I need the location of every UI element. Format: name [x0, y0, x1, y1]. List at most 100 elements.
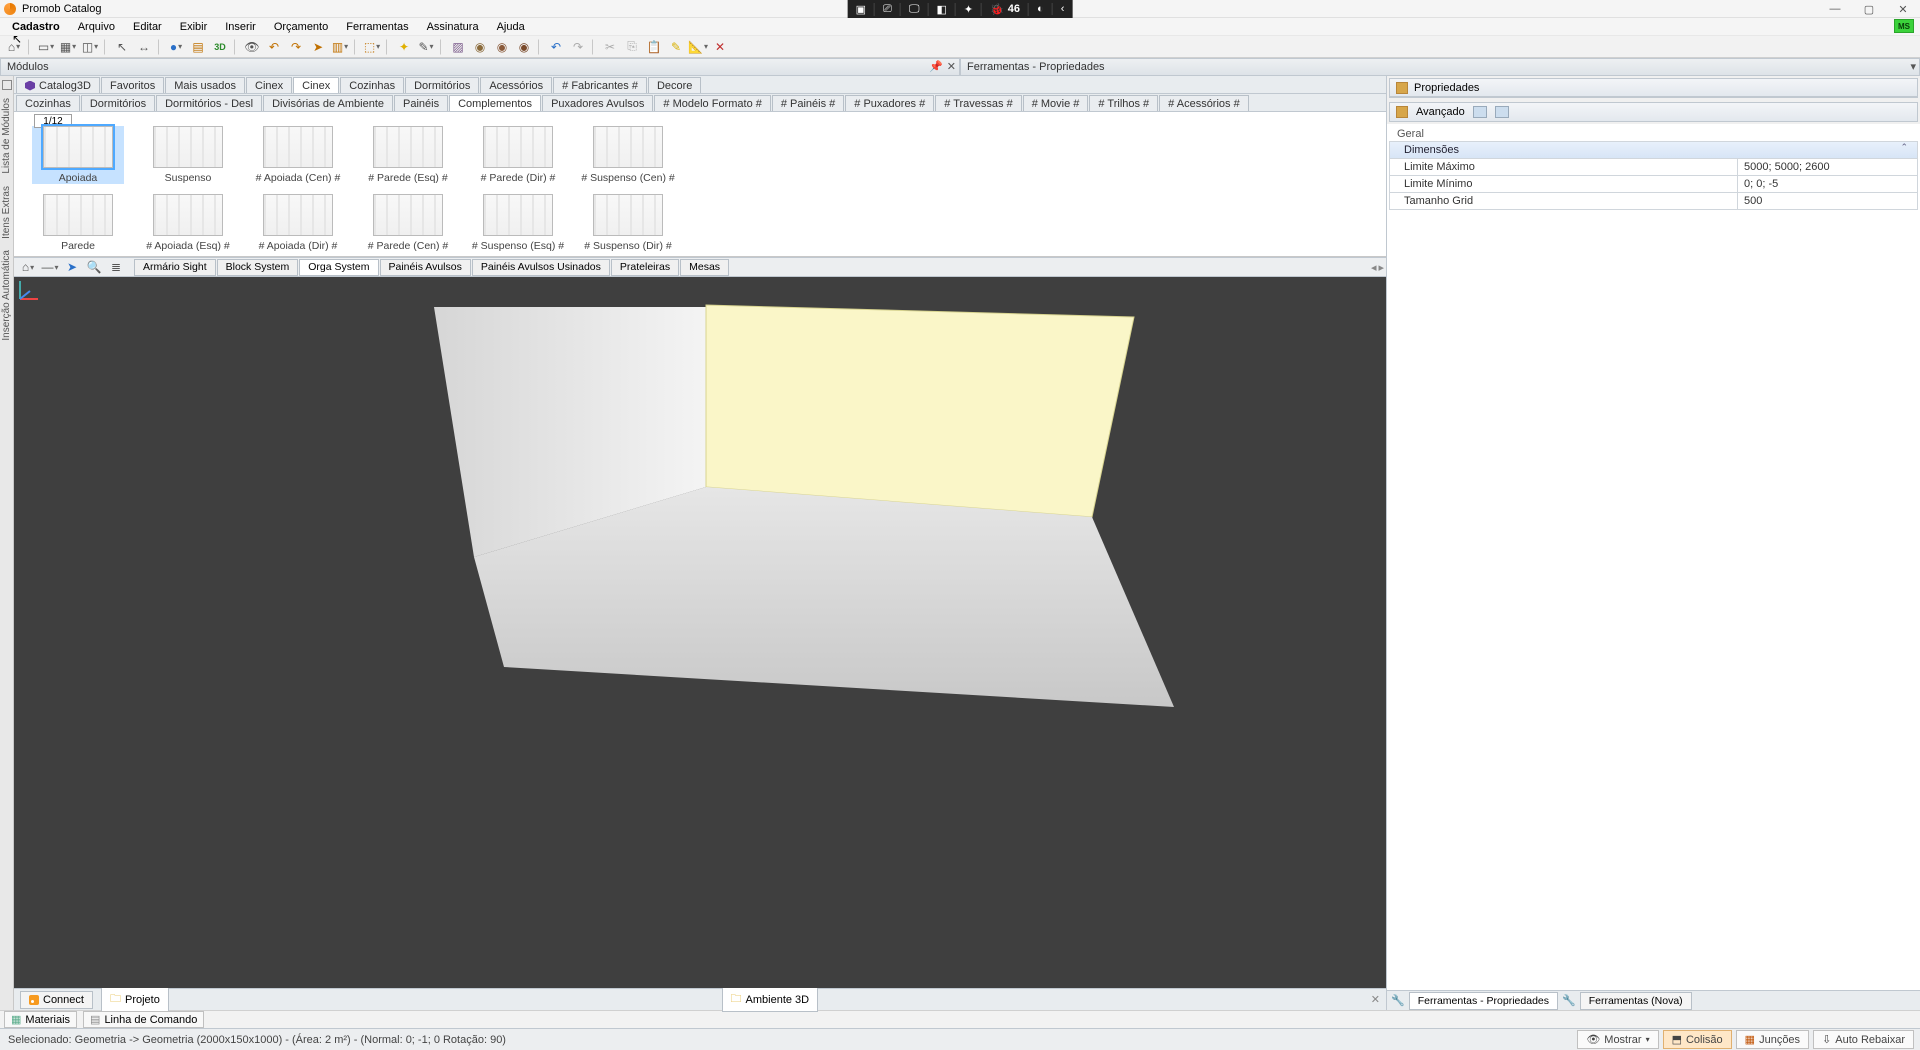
prop-value[interactable]: 0; 0; -5 [1737, 176, 1917, 192]
maximize-button[interactable]: ▢ [1852, 0, 1886, 18]
properties-header[interactable]: Propriedades [1390, 79, 1917, 97]
menu-assinatura[interactable]: Assinatura [419, 19, 487, 35]
module-subtab[interactable]: # Puxadores # [845, 95, 934, 111]
tool-open[interactable]: ▭ [36, 38, 56, 56]
sidetab-itens-extras[interactable]: Itens Extras [1, 182, 12, 243]
tool-layout[interactable]: ◫ [80, 38, 100, 56]
rtab-ferramentas-nova[interactable]: Ferramentas (Nova) [1580, 992, 1692, 1010]
side-toggle-icon[interactable] [2, 80, 12, 90]
tool-3d[interactable]: 3D [210, 38, 230, 56]
status-juncoes[interactable]: ▦Junções [1736, 1030, 1809, 1049]
status-mostrar[interactable]: 👁Mostrar▾ [1577, 1030, 1658, 1049]
module-item[interactable]: Suspenso [142, 126, 234, 184]
advanced-label[interactable]: Avançado [1416, 106, 1465, 118]
tool-cut[interactable]: ✂ [600, 38, 620, 56]
tool-arrow[interactable]: ➤ [308, 38, 328, 56]
menu-ferramentas[interactable]: Ferramentas [338, 19, 416, 35]
tool-render2[interactable]: ◉ [492, 38, 512, 56]
tab-materiais[interactable]: ▦Materiais [4, 1011, 77, 1028]
tool-page[interactable]: ▥ [330, 38, 350, 56]
menu-orcamento[interactable]: Orçamento [266, 19, 336, 35]
tool-rotate-r[interactable]: ↷ [286, 38, 306, 56]
tab-ambiente-3d[interactable]: 🗀Ambiente 3D [722, 987, 819, 1012]
tool-copy[interactable]: ⎘ [622, 38, 642, 56]
status-colisao[interactable]: ⬒Colisão [1663, 1030, 1732, 1049]
module-subtab[interactable]: # Movie # [1023, 95, 1089, 111]
prop-value[interactable]: 500 [1737, 193, 1917, 209]
view-list-icon[interactable] [1495, 106, 1509, 118]
tool-measure[interactable]: ↔ [134, 38, 154, 56]
tool-redo[interactable]: ↷ [568, 38, 588, 56]
prop-row[interactable]: Tamanho Grid500 [1389, 192, 1918, 210]
module-subtab[interactable]: # Trilhos # [1089, 95, 1158, 111]
viewport-3d[interactable] [14, 277, 1386, 988]
module-subtab[interactable]: Painéis [394, 95, 448, 111]
inner-tool-search[interactable]: 🔍 [84, 258, 104, 276]
menu-ajuda[interactable]: Ajuda [489, 19, 533, 35]
tool-globe[interactable]: ● [166, 38, 186, 56]
inner-tab[interactable]: Prateleiras [611, 259, 679, 276]
tool-select[interactable]: ↖ [112, 38, 132, 56]
tool-box[interactable]: ⬚ [362, 38, 382, 56]
module-item[interactable]: # Suspenso (Cen) # [582, 126, 674, 184]
close-button[interactable]: ✕ [1886, 0, 1920, 18]
module-item[interactable]: # Parede (Dir) # [472, 126, 564, 184]
tool-new[interactable]: ⌂ [4, 38, 24, 56]
module-item[interactable]: Apoiada [32, 126, 124, 184]
tool-delete[interactable]: ✕ [710, 38, 730, 56]
tab-linha-comando[interactable]: ▤Linha de Comando [83, 1011, 204, 1028]
pin-icon[interactable]: 📌 [929, 60, 943, 73]
inner-tool-home[interactable]: ⌂ [18, 258, 38, 276]
tool-light[interactable]: ✦ [394, 38, 414, 56]
scroll-left-icon[interactable]: ◂ [1371, 261, 1377, 274]
tool-highlight[interactable]: ✎ [666, 38, 686, 56]
module-subtab[interactable]: Cozinhas [16, 95, 80, 111]
module-subtab[interactable]: # Modelo Formato # [654, 95, 770, 111]
module-item[interactable]: # Parede (Cen) # [362, 194, 454, 252]
module-subtab[interactable]: Dormitórios - Desl [156, 95, 262, 111]
inner-tab[interactable]: Block System [217, 259, 299, 276]
inner-tab[interactable]: Armário Sight [134, 259, 216, 276]
widget-icon[interactable]: 🖵 [901, 3, 929, 16]
inner-tab[interactable]: Painéis Avulsos [380, 259, 471, 276]
module-item[interactable]: # Apoiada (Dir) # [252, 194, 344, 252]
tool-undo[interactable]: ↶ [546, 38, 566, 56]
module-tab[interactable]: Favoritos [101, 77, 164, 93]
module-subtab[interactable]: Puxadores Avulsos [542, 95, 653, 111]
widget-icon[interactable]: ◐ [1029, 3, 1053, 15]
module-item[interactable]: # Parede (Esq) # [362, 126, 454, 184]
widget-icon[interactable]: ◧ [928, 3, 955, 16]
module-subtab[interactable]: Dormitórios [81, 95, 155, 111]
tool-img[interactable]: ▨ [448, 38, 468, 56]
inner-tab[interactable]: Orga System [299, 259, 378, 276]
module-subtab[interactable]: # Travessas # [935, 95, 1021, 111]
inner-tab[interactable]: Mesas [680, 259, 729, 276]
tool-grid[interactable]: ▦ [58, 38, 78, 56]
module-tab[interactable]: Catalog3D [16, 77, 100, 93]
module-tab[interactable]: Decore [648, 77, 701, 93]
module-item[interactable]: # Suspenso (Dir) # [582, 194, 674, 252]
module-item[interactable]: Parede [32, 194, 124, 252]
dropdown-icon[interactable]: ▾ [1910, 60, 1916, 73]
tool-eye[interactable]: 👁 [242, 38, 262, 56]
view-grid-icon[interactable] [1473, 106, 1487, 118]
module-item[interactable]: # Apoiada (Esq) # [142, 194, 234, 252]
tool-ruler[interactable]: 📐 [688, 38, 708, 56]
module-subtab[interactable]: Complementos [449, 95, 541, 111]
close-icon[interactable]: ✕ [947, 60, 956, 73]
widget-icon[interactable]: ‹ [1053, 3, 1073, 15]
menu-editar[interactable]: Editar [125, 19, 170, 35]
module-item[interactable]: # Apoiada (Cen) # [252, 126, 344, 184]
tool-render3[interactable]: ◉ [514, 38, 534, 56]
inner-tool-line[interactable]: — [40, 258, 60, 276]
scroll-right-icon[interactable]: ▸ [1378, 261, 1384, 274]
status-autorebaixar[interactable]: ⇩Auto Rebaixar [1813, 1030, 1914, 1049]
prop-group-dimensoes[interactable]: Dimensões ⌃ [1389, 141, 1918, 159]
module-tab[interactable]: Cozinhas [340, 77, 404, 93]
rtab-ferramentas-prop[interactable]: Ferramentas - Propriedades [1409, 992, 1558, 1010]
module-tab[interactable]: Cinex [293, 77, 339, 93]
menu-arquivo[interactable]: Arquivo [70, 19, 123, 35]
tool-wand[interactable]: ✎ [416, 38, 436, 56]
tab-connect[interactable]: Connect [20, 991, 93, 1009]
module-tab[interactable]: Acessórios [480, 77, 552, 93]
